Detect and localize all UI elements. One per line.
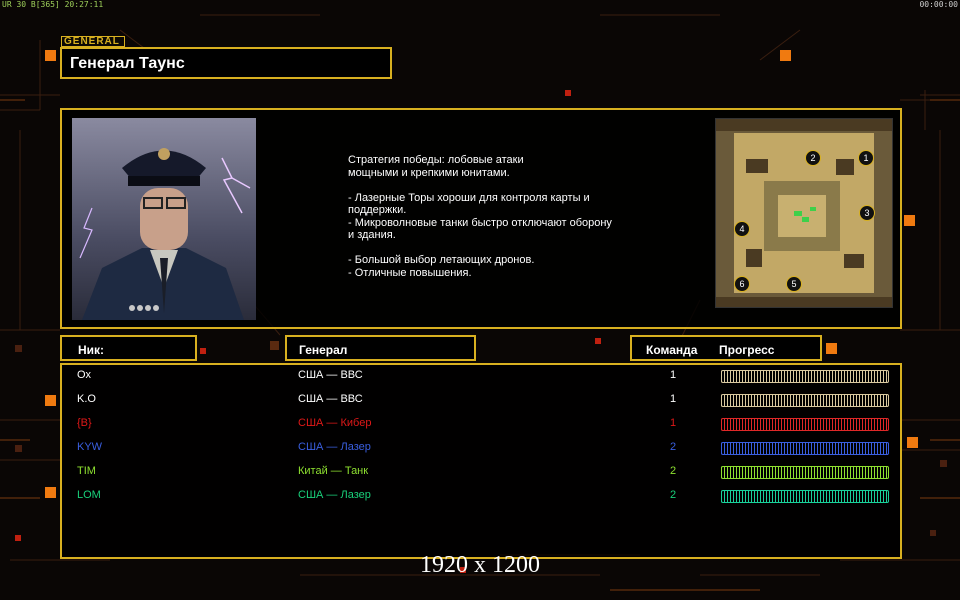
player-row: LOM США — Лазер 2 (62, 487, 904, 507)
map-slot-1[interactable]: 1 (858, 150, 874, 166)
player-row: K.O США — ВВС 1 (62, 391, 904, 411)
player-row: {B} США — Кибер 1 (62, 415, 904, 435)
player-team: 2 (670, 441, 677, 453)
hud-clock-right: 00:00:00 (919, 0, 958, 9)
player-general: США — Лазер (298, 489, 371, 501)
player-row: KYW США — Лазер 2 (62, 439, 904, 459)
header-progress-label: Прогресс (719, 343, 775, 357)
player-general: Китай — Танк (298, 465, 369, 477)
map-slot-4[interactable]: 4 (734, 221, 750, 237)
player-progress-bar (721, 418, 889, 431)
map-slot-2[interactable]: 2 (805, 150, 821, 166)
header-team-progress: Команда Прогресс (630, 335, 822, 361)
map-slot-5[interactable]: 5 (786, 276, 802, 292)
player-general: США — Лазер (298, 441, 371, 453)
player-nick: K.O (77, 393, 96, 405)
player-team: 2 (670, 465, 677, 477)
player-progress-bar (721, 370, 889, 383)
player-general: США — ВВС (298, 369, 363, 381)
hud-stats-left: UR 30 B[365] 20:27:11 (2, 0, 104, 9)
player-row: Ox США — ВВС 1 (62, 367, 904, 387)
header-team-label: Команда (646, 343, 698, 357)
player-nick: KYW (77, 441, 103, 453)
general-title-box: Генерал Таунс (60, 47, 392, 79)
player-team: 2 (670, 489, 677, 501)
header-nick: Ник: (60, 335, 197, 361)
general-portrait (72, 118, 256, 320)
map-slot-6[interactable]: 6 (734, 276, 750, 292)
player-team: 1 (670, 417, 677, 429)
player-nick: LOM (77, 489, 101, 501)
player-progress-bar (721, 466, 889, 479)
general-name: Генерал Таунс (70, 55, 185, 72)
resolution-watermark: 1920 x 1200 (420, 552, 540, 578)
player-general: США — Кибер (298, 417, 372, 429)
general-tag: GENERAL (61, 36, 125, 47)
player-general: США — ВВС (298, 393, 363, 405)
player-team: 1 (670, 369, 677, 381)
players-panel: Ox США — ВВС 1 K.O США — ВВС 1 {B} США — Кибер 1… (60, 363, 902, 559)
strategy-description: Стратегия победы: лобовые атаки мощными … (348, 154, 612, 279)
header-general: Генерал (285, 335, 476, 361)
player-team: 1 (670, 393, 677, 405)
player-progress-bar (721, 394, 889, 407)
player-row: TIM Китай — Танк 2 (62, 463, 904, 483)
player-progress-bar (721, 442, 889, 455)
minimap-preview[interactable]: 1 2 3 4 5 6 (715, 118, 893, 308)
player-progress-bar (721, 490, 889, 503)
player-nick: TIM (77, 465, 96, 477)
player-nick: {B} (77, 417, 92, 429)
header-general-label: Генерал (299, 343, 348, 357)
player-nick: Ox (77, 369, 92, 381)
header-nick-label: Ник: (78, 343, 105, 357)
map-slot-3[interactable]: 3 (859, 205, 875, 221)
